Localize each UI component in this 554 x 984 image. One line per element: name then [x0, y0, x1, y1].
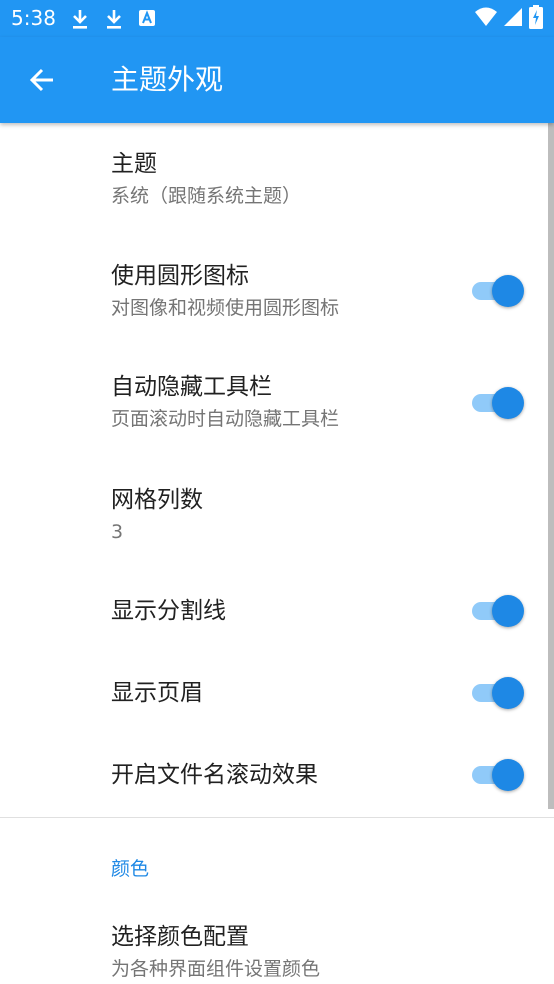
download-icon — [107, 10, 121, 29]
pref-auto-hide-toolbar[interactable]: 自动隐藏工具栏 页面滚动时自动隐藏工具栏 — [0, 346, 554, 458]
switch-thumb — [492, 275, 524, 307]
pref-summary: 页面滚动时自动隐藏工具栏 — [111, 408, 340, 430]
switch-thumb — [492, 595, 524, 627]
pref-theme[interactable]: 主题 系统（跟随系统主题） — [0, 123, 554, 234]
arrow-back-icon — [29, 68, 53, 92]
wifi-icon — [475, 7, 497, 26]
switch-thumb — [492, 759, 524, 791]
download-icon — [73, 10, 87, 29]
pref-title: 开启文件名滚动效果 — [111, 762, 318, 788]
section-divider — [0, 817, 554, 818]
pref-show-header[interactable]: 显示页眉 — [0, 652, 554, 734]
cell-signal-icon — [504, 8, 522, 26]
status-time: 5:38 — [11, 6, 56, 30]
filename-marquee-switch[interactable] — [470, 758, 526, 792]
section-header-color: 颜色 — [111, 858, 150, 880]
app-bar: 主题外观 — [0, 37, 554, 123]
back-button[interactable] — [20, 57, 66, 103]
pref-summary: 系统（跟随系统主题） — [111, 185, 302, 207]
status-bar: 5:38 — [0, 0, 554, 37]
pref-color-scheme[interactable]: 选择颜色配置 为各种界面组件设置颜色 — [0, 900, 554, 984]
battery-charging-icon — [529, 5, 543, 29]
pref-title: 网格列数 — [111, 487, 203, 513]
pref-filename-marquee[interactable]: 开启文件名滚动效果 — [0, 734, 554, 817]
translate-icon — [139, 10, 155, 26]
pref-title: 显示页眉 — [111, 680, 203, 706]
pref-summary: 3 — [111, 521, 124, 543]
switch-thumb — [492, 387, 524, 419]
pref-show-divider[interactable]: 显示分割线 — [0, 570, 554, 652]
scrollbar[interactable] — [548, 123, 554, 809]
switch-thumb — [492, 677, 524, 709]
pref-title: 主题 — [111, 151, 157, 177]
pref-title: 选择颜色配置 — [111, 924, 249, 950]
page-title: 主题外观 — [111, 63, 224, 96]
pref-circular-icons[interactable]: 使用圆形图标 对图像和视频使用圆形图标 — [0, 234, 554, 346]
pref-grid-columns[interactable]: 网格列数 3 — [0, 458, 554, 570]
show-divider-switch[interactable] — [470, 594, 526, 628]
show-header-switch[interactable] — [470, 676, 526, 710]
circular-icons-switch[interactable] — [470, 274, 526, 308]
pref-summary: 对图像和视频使用圆形图标 — [111, 297, 340, 319]
pref-title: 使用圆形图标 — [111, 263, 249, 289]
pref-summary: 为各种界面组件设置颜色 — [111, 958, 321, 980]
pref-title: 显示分割线 — [111, 598, 226, 624]
auto-hide-toolbar-switch[interactable] — [470, 386, 526, 420]
pref-title: 自动隐藏工具栏 — [111, 374, 272, 400]
